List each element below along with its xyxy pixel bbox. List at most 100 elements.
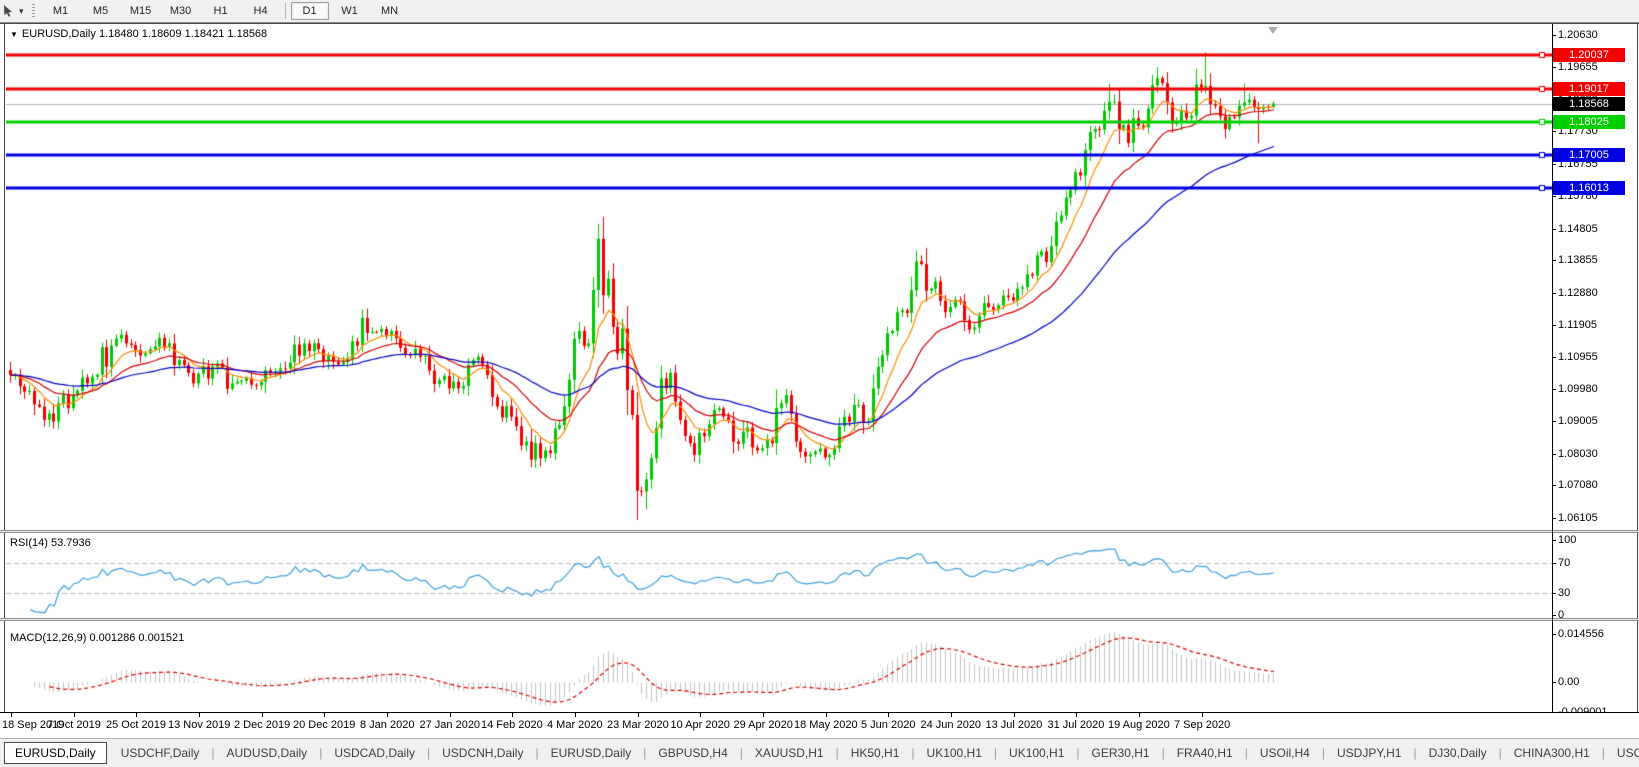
chart-ohlc-values: 1.18480 1.18609 1.18421 1.18568 — [98, 28, 268, 40]
price-tickmark — [1552, 35, 1556, 36]
date-tick-label: 19 Aug 2020 — [1108, 719, 1170, 731]
chart-tab-eurusd-daily[interactable]: EURUSD,Daily — [4, 742, 107, 764]
date-tick-label: 25 Oct 2019 — [106, 719, 166, 731]
price-tickmark — [1552, 67, 1556, 68]
date-tick-label: 20 Dec 2019 — [293, 719, 356, 731]
level-price-tag: 1.19017 — [1553, 82, 1625, 96]
rsi-indicator-pane[interactable] — [6, 533, 1552, 618]
chart-tab-xauusd-h1[interactable]: XAUUSD,H1 — [745, 743, 834, 763]
chart-tab-usoil-h4[interactable]: USOil,H4 — [1250, 743, 1320, 763]
date-tickmark — [324, 713, 325, 717]
timeframe-button-h1[interactable]: H1 — [202, 2, 240, 20]
timeframe-button-m5[interactable]: M5 — [82, 2, 120, 20]
chart-tab-uk100-h1[interactable]: UK100,H1 — [999, 743, 1074, 763]
tab-separator: | — [211, 746, 215, 760]
price-tick-label: 1.09005 — [1558, 415, 1598, 427]
macd-indicator-pane[interactable] — [6, 621, 1552, 712]
price-tick-label: 1.09980 — [1558, 383, 1598, 395]
timeframe-button-w1[interactable]: W1 — [331, 2, 369, 20]
chart-window-border — [1637, 23, 1638, 737]
chart-tab-usdcad-daily[interactable]: USDCAD,Daily — [324, 743, 425, 763]
chart-tab-audusd-daily[interactable]: AUDUSD,Daily — [217, 743, 318, 763]
cursor-tool-button[interactable]: ▾ — [0, 1, 30, 21]
date-tick-label: 13 Nov 2019 — [168, 719, 231, 731]
dropdown-caret-icon[interactable]: ▾ — [19, 6, 24, 17]
price-tick-label: 1.10955 — [1558, 351, 1598, 363]
chart-tab-usdjpy-h1[interactable]: USDJPY,H1 — [1327, 743, 1411, 763]
timeframe-button-m1[interactable]: M1 — [42, 2, 80, 20]
collapse-triangle-icon[interactable]: ▼ — [10, 30, 18, 39]
macd-tickmark — [1552, 682, 1556, 683]
date-tickmark — [387, 713, 388, 717]
price-tick-label: 1.12880 — [1558, 287, 1598, 299]
price-tickmark — [1552, 389, 1556, 390]
toolbar-grip[interactable] — [31, 3, 35, 19]
date-tick-label: 29 Apr 2020 — [733, 719, 793, 731]
time-axis[interactable]: 18 Sep 2019 7 Oct 2019 25 Oct 2019 13 Nov 2… — [0, 713, 1639, 737]
chart-tab-fra40-h1[interactable]: FRA40,H1 — [1167, 743, 1243, 763]
date-tickmark — [638, 713, 639, 717]
date-tick-label: 8 Jan 2020 — [360, 719, 415, 731]
rsi-tickmark — [1552, 593, 1556, 594]
date-tick-label: 5 Jun 2020 — [861, 719, 916, 731]
chart-tab-usoil-h1[interactable]: USOil,H1 — [1607, 743, 1639, 763]
price-tickmark — [1552, 131, 1556, 132]
price-tick-label: 1.11905 — [1558, 319, 1597, 331]
date-tick-label: 14 Feb 2020 — [481, 719, 543, 731]
price-tickmark — [1552, 518, 1556, 519]
price-tickmark — [1552, 454, 1556, 455]
price-tickmark — [1552, 325, 1556, 326]
price-tickmark — [1552, 260, 1556, 261]
pane-divider[interactable] — [0, 618, 1639, 621]
timeframe-button-mn[interactable]: MN — [371, 2, 409, 20]
date-tick-label: 4 Mar 2020 — [547, 719, 603, 731]
level-price-tag: 1.17005 — [1553, 148, 1625, 162]
level-price-tag: 1.18025 — [1553, 115, 1625, 129]
tab-separator: | — [1601, 746, 1605, 760]
date-tickmark — [1139, 713, 1140, 717]
date-tickmark — [450, 713, 451, 717]
chart-tab-usdcnh-daily[interactable]: USDCNH,Daily — [432, 743, 533, 763]
chart-tab-gbpusd-h4[interactable]: GBPUSD,H4 — [648, 743, 737, 763]
date-tickmark — [951, 713, 952, 717]
chart-tab-china300-h1[interactable]: CHINA300,H1 — [1504, 743, 1600, 763]
timeframe-button-h4[interactable]: H4 — [242, 2, 280, 20]
tab-separator: | — [993, 746, 998, 760]
price-tickmark — [1552, 229, 1556, 230]
date-tickmark — [74, 713, 75, 717]
price-tickmark — [1552, 485, 1556, 486]
timeframe-button-m15[interactable]: M15 — [122, 2, 160, 20]
timeframe-button-d1[interactable]: D1 — [290, 2, 329, 20]
price-tickmark — [1552, 164, 1556, 165]
chart-shift-marker[interactable] — [1268, 27, 1278, 34]
date-tickmark — [826, 713, 827, 717]
date-tickmark — [700, 713, 701, 717]
timeframe-button-m30[interactable]: M30 — [162, 2, 200, 20]
date-tick-label: 7 Oct 2019 — [47, 719, 101, 731]
candlestick-chart[interactable] — [6, 24, 1552, 530]
chart-tab-hk50-h1[interactable]: HK50,H1 — [841, 743, 910, 763]
level-price-tag: 1.20037 — [1553, 48, 1625, 62]
pane-divider[interactable] — [0, 530, 1639, 533]
macd-tick-label: 0.00 — [1558, 676, 1580, 688]
tab-separator: | — [911, 746, 915, 760]
date-tickmark — [1202, 713, 1203, 717]
tab-separator: | — [739, 746, 743, 760]
level-price-tag: 1.16013 — [1553, 181, 1625, 195]
chart-tab-eurusd-daily[interactable]: EURUSD,Daily — [541, 743, 642, 763]
chart-tab-ger30-h1[interactable]: GER30,H1 — [1082, 743, 1160, 763]
price-tick-label: 1.14805 — [1558, 223, 1598, 235]
date-tickmark — [512, 713, 513, 717]
chart-tab-usdchf-daily[interactable]: USDCHF,Daily — [111, 743, 210, 763]
timeframe-button-group: M1 M5 M15 M30 H1 H4 D1 W1 MN — [41, 2, 410, 20]
rsi-tick-label: 0 — [1558, 609, 1565, 621]
date-tick-label: 24 Jun 2020 — [920, 719, 982, 731]
chart-tab-uk100-h1[interactable]: UK100,H1 — [917, 743, 992, 763]
date-tick-label: 13 Jul 2020 — [985, 719, 1043, 731]
tab-separator: | — [1244, 746, 1248, 760]
chart-tab-dj30-daily[interactable]: DJ30,Daily — [1419, 743, 1497, 763]
price-tickmark — [1552, 196, 1556, 197]
date-tickmark — [1076, 713, 1077, 717]
date-tick-label: 27 Jan 2020 — [419, 719, 481, 731]
date-tick-label: 31 Jul 2020 — [1047, 719, 1105, 731]
